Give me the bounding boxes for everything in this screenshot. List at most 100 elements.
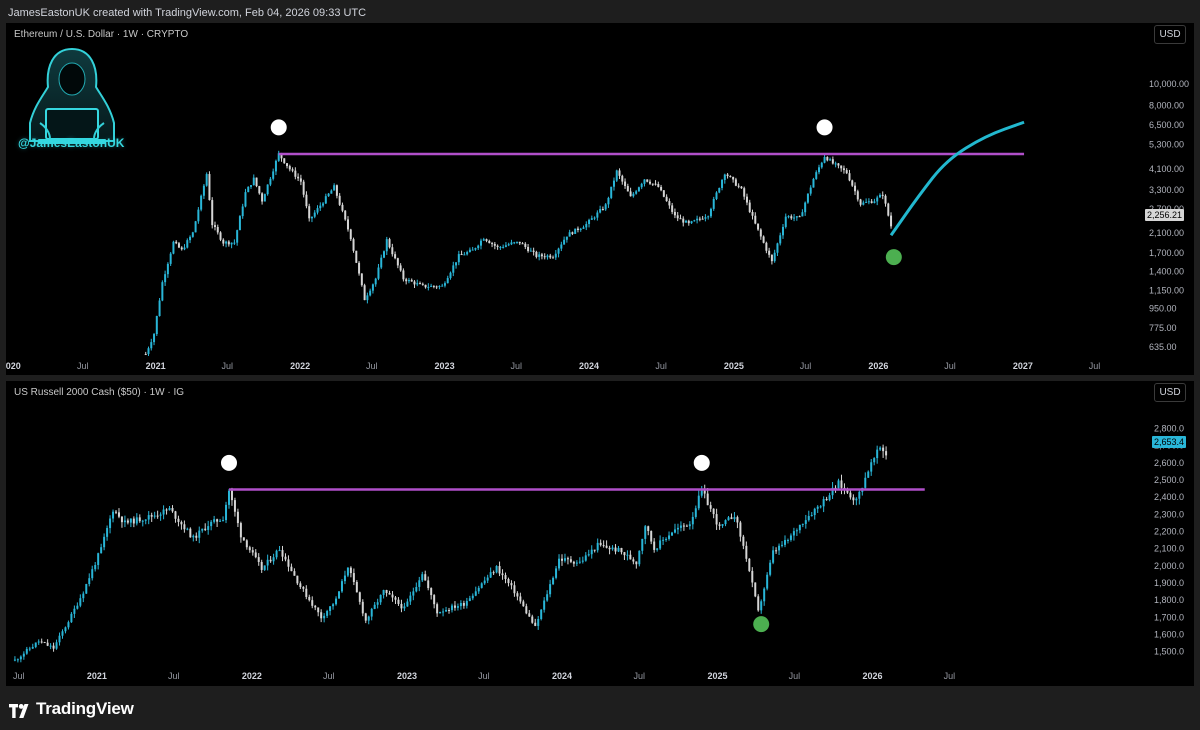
candle bbox=[352, 573, 355, 582]
candle bbox=[504, 575, 507, 580]
candle bbox=[135, 517, 138, 524]
candle bbox=[521, 243, 524, 245]
candle bbox=[532, 250, 535, 252]
candle bbox=[534, 622, 537, 626]
candle bbox=[439, 611, 442, 614]
candle bbox=[367, 616, 370, 621]
candle bbox=[697, 495, 700, 509]
candle bbox=[709, 505, 712, 509]
candle bbox=[546, 255, 549, 258]
candle bbox=[363, 285, 366, 301]
candle bbox=[601, 209, 604, 211]
candle bbox=[164, 274, 167, 283]
candle bbox=[327, 193, 330, 197]
candle bbox=[457, 254, 460, 263]
candle bbox=[718, 188, 721, 193]
candle bbox=[446, 278, 449, 284]
candle bbox=[466, 252, 469, 255]
currency-button[interactable]: USD bbox=[1154, 25, 1186, 44]
candle bbox=[159, 514, 162, 516]
russell-chart[interactable]: 2,800.02,700.02,600.02,500.02,400.02,300… bbox=[6, 381, 1194, 686]
candle bbox=[216, 227, 219, 233]
candle bbox=[736, 517, 739, 523]
candle bbox=[391, 594, 394, 598]
x-tick-label: Jul bbox=[789, 671, 801, 681]
y-tick-label: 2,500.0 bbox=[1154, 475, 1184, 485]
candle bbox=[397, 599, 400, 604]
ethereum-chart-pane[interactable]: 10,000.00 8,000.00 6,500.00 5,300.00 4,100.0… bbox=[6, 23, 1194, 375]
candle bbox=[410, 279, 413, 282]
candle bbox=[524, 243, 527, 247]
candle bbox=[668, 535, 671, 539]
candle bbox=[314, 605, 317, 608]
candle bbox=[605, 545, 608, 548]
candle bbox=[335, 185, 338, 196]
candle bbox=[413, 281, 416, 285]
candle bbox=[308, 206, 311, 219]
candle bbox=[739, 522, 742, 537]
candle bbox=[501, 573, 504, 576]
candle bbox=[370, 608, 373, 617]
candle bbox=[593, 217, 596, 219]
candle bbox=[340, 581, 343, 592]
candle bbox=[299, 178, 302, 182]
candle bbox=[596, 212, 599, 218]
candle bbox=[676, 215, 679, 219]
candle bbox=[565, 236, 568, 240]
candle bbox=[693, 220, 696, 222]
candle bbox=[849, 492, 852, 498]
candle bbox=[352, 239, 355, 251]
candle bbox=[665, 196, 668, 202]
candle bbox=[842, 168, 845, 171]
candle bbox=[435, 286, 438, 288]
candle bbox=[537, 619, 540, 626]
candle bbox=[213, 519, 216, 522]
candle bbox=[165, 509, 168, 511]
candle bbox=[867, 471, 870, 478]
candle bbox=[867, 201, 870, 203]
x-tick-label: Jul bbox=[800, 361, 812, 371]
candle bbox=[823, 156, 826, 163]
candle bbox=[504, 245, 507, 247]
candle bbox=[430, 588, 433, 596]
candle bbox=[593, 549, 596, 551]
candle bbox=[456, 606, 459, 608]
candle bbox=[236, 511, 239, 524]
candle bbox=[732, 176, 735, 180]
candle bbox=[302, 181, 305, 195]
candle bbox=[153, 515, 156, 517]
candle bbox=[183, 247, 186, 250]
candle bbox=[402, 270, 405, 280]
candle bbox=[263, 194, 266, 202]
candle bbox=[641, 538, 644, 551]
russell-chart-pane[interactable]: 2,800.02,700.02,600.02,500.02,400.02,300… bbox=[6, 381, 1194, 686]
candle bbox=[538, 254, 541, 257]
candle bbox=[834, 163, 837, 165]
candle bbox=[578, 561, 581, 563]
candle bbox=[572, 561, 575, 564]
candle bbox=[882, 447, 885, 452]
ethereum-chart[interactable]: 10,000.00 8,000.00 6,500.00 5,300.00 4,100.0… bbox=[6, 23, 1194, 375]
candle bbox=[88, 578, 91, 585]
candle bbox=[204, 528, 207, 530]
candle bbox=[820, 162, 823, 168]
candle bbox=[150, 342, 153, 349]
candle bbox=[236, 230, 239, 243]
candle bbox=[120, 516, 123, 523]
candle bbox=[316, 208, 319, 213]
candle bbox=[489, 572, 492, 578]
candle bbox=[373, 604, 376, 609]
candle bbox=[346, 567, 349, 576]
candle bbox=[557, 248, 560, 254]
currency-button[interactable]: USD bbox=[1154, 383, 1186, 402]
candle bbox=[665, 538, 668, 540]
candle bbox=[787, 216, 790, 218]
candle bbox=[330, 190, 333, 194]
candle bbox=[529, 250, 532, 252]
hacker-avatar-icon bbox=[20, 43, 124, 151]
candle bbox=[757, 596, 760, 611]
candle bbox=[319, 205, 322, 209]
x-tick-label: Jul bbox=[478, 671, 490, 681]
candle bbox=[225, 241, 228, 244]
candle bbox=[879, 447, 882, 450]
